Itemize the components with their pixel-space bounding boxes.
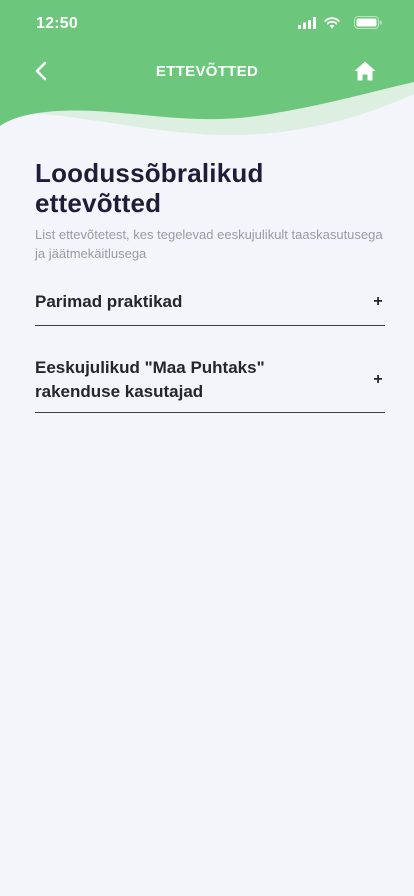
home-button[interactable] — [350, 56, 380, 86]
accordion-item-exemplary-users[interactable]: Eeskujulikud "Maa Puhtaks" rakenduse kas… — [35, 326, 385, 413]
wifi-icon — [324, 16, 340, 28]
accordion-label: Eeskujulikud "Maa Puhtaks" rakenduse kas… — [35, 358, 265, 401]
accordion: Parimad praktikad + Eeskujulikud "Maa Pu… — [35, 280, 385, 413]
home-icon — [354, 61, 376, 81]
accordion-item-best-practices[interactable]: Parimad praktikad + — [35, 280, 385, 326]
status-bar: 12:50 — [0, 0, 414, 48]
main-content: Loodussõbralikud ettevõtted List ettevõt… — [35, 158, 385, 413]
page-title: Loodussõbralikud ettevõtted — [35, 158, 264, 218]
signal-icon — [298, 16, 316, 29]
nav-bar: ETTEVÕTTED — [0, 50, 414, 94]
plus-icon[interactable]: + — [371, 371, 385, 389]
status-time: 12:50 — [36, 15, 78, 32]
page-subtitle: List ettevõtetest, kes tegelevad eeskuju… — [35, 227, 383, 261]
plus-icon[interactable]: + — [371, 293, 385, 311]
battery-icon — [354, 16, 382, 29]
accordion-label: Parimad praktikad — [35, 291, 183, 311]
status-icons — [298, 16, 382, 29]
